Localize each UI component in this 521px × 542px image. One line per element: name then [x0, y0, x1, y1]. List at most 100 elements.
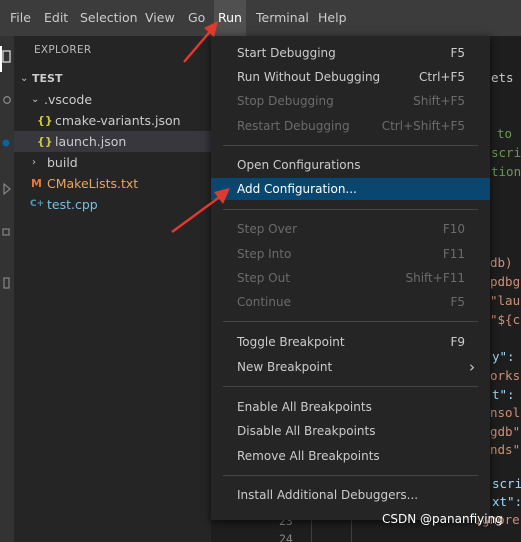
menu-item-label: Step Over [237, 222, 297, 236]
menu-item-shortcut: F11 [442, 247, 465, 261]
annotation-arrow-add-configuration [171, 188, 230, 234]
tree-item-label: .vscode [44, 92, 93, 107]
menu-item-label: Remove All Breakpoints [237, 449, 380, 463]
code-fragment: scri [491, 145, 521, 160]
menu-item-label: Stop Debugging [237, 94, 334, 108]
code-fragment: xt": [492, 494, 521, 509]
explorer-title: EXPLORER [34, 44, 92, 56]
menu-item-shortcut: F9 [450, 335, 465, 349]
line-number: 24 [279, 532, 293, 542]
menu-file[interactable]: File [6, 0, 35, 36]
code-fragment: gdb" [490, 424, 521, 439]
activity-bar [0, 36, 14, 542]
tree-item-label: CMakeLists.txt [47, 176, 139, 191]
menu-view[interactable]: View [141, 0, 179, 36]
menu-item-label: Run Without Debugging [237, 70, 381, 84]
code-fragment: "${c [490, 312, 521, 327]
folder-test[interactable]: ⌄ TEST [14, 68, 211, 89]
menu-item-start-debugging[interactable]: Start Debugging F5 [211, 42, 490, 64]
run-menu: Start Debugging F5 Run Without Debugging… [211, 36, 490, 520]
code-fragment: nsol [490, 405, 521, 420]
cpp-file-icon: C+ [30, 199, 45, 209]
menu-item-label: Start Debugging [237, 46, 336, 60]
code-fragment: t": [492, 387, 515, 402]
chevron-down-icon: ⌄ [20, 73, 29, 84]
menu-item-step-out: Step Out Shift+F11 [211, 267, 490, 289]
source-control-icon[interactable] [2, 136, 11, 150]
code-fragment: scri [492, 476, 521, 491]
menu-item-stop-debugging: Stop Debugging Shift+F5 [211, 90, 490, 112]
tree-item-build[interactable]: › build [14, 152, 211, 173]
tree-item-label: test.cpp [47, 197, 98, 212]
menu-help[interactable]: Help [314, 0, 351, 36]
code-fragment: db) [490, 255, 513, 270]
watermark: CSDN @pananfiying [382, 512, 503, 526]
menu-item-label: Toggle Breakpoint [237, 335, 345, 349]
menu-item-open-configurations[interactable]: Open Configurations [211, 154, 490, 176]
menu-separator [223, 386, 478, 387]
breadcrumb-fragment: ets > [491, 70, 521, 85]
menu-item-label: Step Into [237, 247, 292, 261]
test-icon[interactable] [2, 276, 11, 290]
menu-item-label: New Breakpoint [237, 360, 333, 374]
menu-item-label: Open Configurations [237, 158, 361, 172]
folder-label: TEST [32, 72, 63, 85]
menu-item-label: Restart Debugging [237, 119, 350, 133]
menu-item-shortcut: F5 [450, 46, 465, 60]
run-debug-icon[interactable] [2, 182, 11, 196]
menu-separator [223, 321, 478, 322]
menu-item-shortcut: Ctrl+Shift+F5 [381, 119, 465, 133]
extensions-icon[interactable] [2, 226, 11, 240]
menu-item-shortcut: F10 [442, 222, 465, 236]
search-icon[interactable] [2, 94, 11, 108]
menu-item-continue: Continue F5 [211, 291, 490, 313]
code-fragment: to [497, 126, 513, 141]
chevron-down-icon: ⌄ [31, 94, 40, 105]
menu-item-label: Install Additional Debuggers... [237, 488, 419, 502]
menu-item-step-into: Step Into F11 [211, 243, 490, 265]
menu-item-toggle-breakpoint[interactable]: Toggle Breakpoint F9 [211, 331, 490, 353]
code-fragment: "lau [490, 293, 521, 308]
menu-item-step-over: Step Over F10 [211, 218, 490, 240]
code-fragment: orks [490, 368, 521, 383]
code-fragment: y": [492, 349, 515, 364]
code-fragment: pdbg [490, 274, 521, 289]
code-fragment: nds" [490, 442, 521, 457]
menu-item-new-breakpoint[interactable]: New Breakpoint › [211, 356, 490, 378]
tree-item-label: build [47, 155, 78, 170]
menu-item-add-configuration[interactable]: Add Configuration... [211, 178, 490, 200]
annotation-arrow-run [183, 21, 218, 63]
json-file-icon: {} [37, 114, 53, 127]
menu-terminal[interactable]: Terminal [252, 0, 313, 36]
tree-item-vscode[interactable]: ⌄ .vscode [14, 89, 211, 110]
menu-item-shortcut: Ctrl+F5 [419, 70, 465, 84]
menu-separator [223, 145, 478, 146]
menu-bar: File Edit Selection View Go Run Terminal… [0, 0, 521, 36]
menu-item-shortcut: Shift+F11 [405, 271, 465, 285]
chevron-right-icon: › [469, 358, 475, 376]
menu-edit[interactable]: Edit [40, 0, 72, 36]
tree-item-cmake-variants[interactable]: {} cmake-variants.json [14, 110, 211, 131]
explorer-sidebar: EXPLORER ⌄ TEST ⌄ .vscode {} cmake-varia… [14, 36, 211, 542]
menu-item-restart-debugging: Restart Debugging Ctrl+Shift+F5 [211, 115, 490, 137]
menu-item-enable-all-breakpoints[interactable]: Enable All Breakpoints [211, 396, 490, 418]
menu-item-install-additional-debuggers[interactable]: Install Additional Debuggers... [211, 484, 490, 506]
menu-item-run-without-debugging[interactable]: Run Without Debugging Ctrl+F5 [211, 66, 490, 88]
chevron-right-icon: › [32, 157, 36, 168]
menu-item-shortcut: F5 [450, 295, 465, 309]
menu-item-label: Step Out [237, 271, 290, 285]
menu-separator [223, 475, 478, 476]
menu-item-disable-all-breakpoints[interactable]: Disable All Breakpoints [211, 420, 490, 442]
tree-item-launch-json[interactable]: {} launch.json [14, 131, 211, 152]
files-icon[interactable] [2, 50, 11, 64]
menu-item-remove-all-breakpoints[interactable]: Remove All Breakpoints [211, 445, 490, 467]
menu-selection[interactable]: Selection [76, 0, 142, 36]
tree-item-label: cmake-variants.json [55, 113, 181, 128]
menu-item-label: Add Configuration... [237, 182, 357, 196]
menu-item-label: Disable All Breakpoints [237, 424, 376, 438]
json-file-icon: {} [37, 135, 53, 148]
menu-item-label: Enable All Breakpoints [237, 400, 372, 414]
menu-item-shortcut: Shift+F5 [413, 94, 465, 108]
menu-separator [223, 209, 478, 210]
code-fragment: tion [491, 164, 521, 179]
